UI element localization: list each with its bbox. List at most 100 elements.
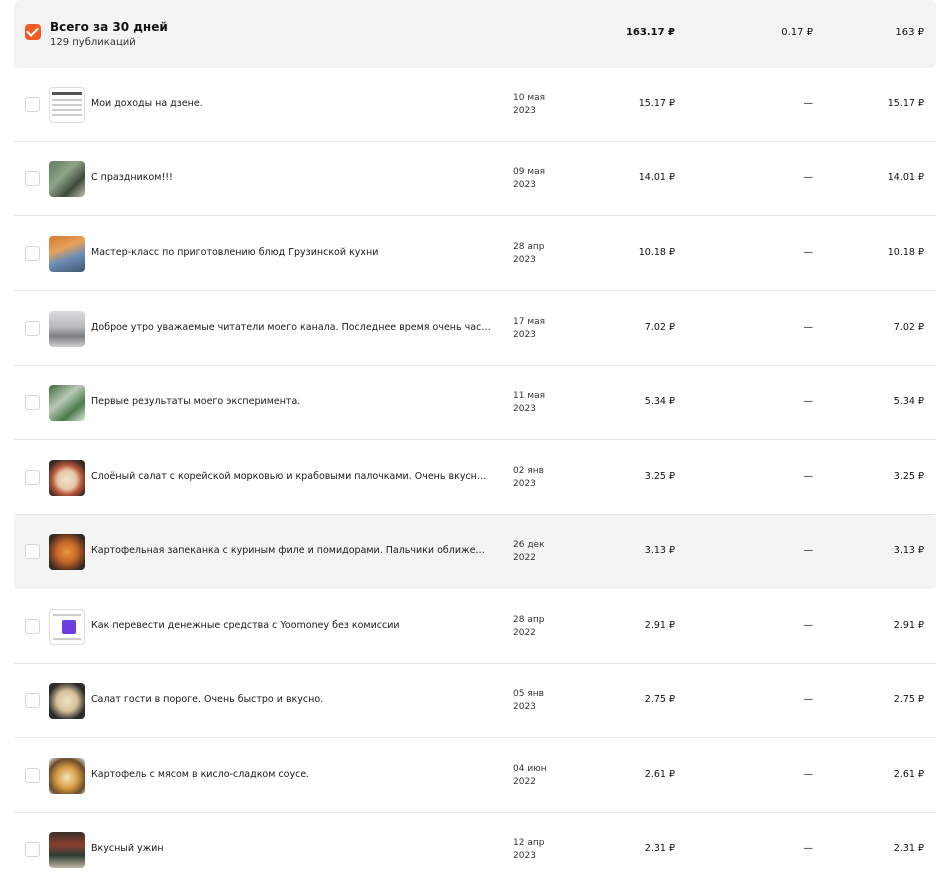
checkmark-icon [26, 24, 39, 37]
publication-date: 05 янв 2023 [513, 689, 544, 712]
row-divider [14, 215, 936, 216]
third-value: 15.17 ₽ [887, 98, 924, 109]
third-value: 2.75 ₽ [893, 694, 924, 705]
publication-row[interactable]: Мастер-класс по приготовлению блюд Грузи… [14, 217, 936, 291]
third-value: 3.13 ₽ [893, 545, 924, 556]
publication-title[interactable]: С праздником!!! [91, 172, 173, 183]
row-checkbox[interactable] [25, 842, 40, 857]
publication-title[interactable]: Первые результаты моего эксперимента. [91, 396, 300, 407]
summary-row[interactable]: Всего за 30 дней 129 публикаций 163.17 ₽… [14, 0, 936, 68]
publication-title[interactable]: Салат гости в пороге. Очень быстро и вку… [91, 694, 323, 705]
publication-title[interactable]: Мастер-класс по приготовлению блюд Грузи… [91, 247, 378, 258]
income-value: 2.61 ₽ [644, 769, 675, 780]
publication-title[interactable]: Доброе утро уважаемые читатели моего кан… [91, 322, 491, 333]
second-value: — [803, 843, 814, 854]
publication-row[interactable]: Доброе утро уважаемые читатели моего кан… [14, 292, 936, 366]
row-checkbox[interactable] [25, 321, 40, 336]
row-checkbox[interactable] [25, 246, 40, 261]
publication-title[interactable]: Мои доходы на дзене. [91, 98, 203, 109]
second-value: — [803, 98, 814, 109]
row-checkbox[interactable] [25, 544, 40, 559]
third-value: 2.31 ₽ [893, 843, 924, 854]
publication-title[interactable]: Картофель с мясом в кисло-сладком соусе. [91, 769, 309, 780]
second-value: — [803, 322, 814, 333]
plants-thumbnail[interactable] [49, 385, 85, 421]
income-value: 14.01 ₽ [638, 172, 675, 183]
second-value: — [803, 769, 814, 780]
publication-row[interactable]: Картофель с мясом в кисло-сладком соусе.… [14, 739, 936, 813]
salad-thumbnail[interactable] [49, 460, 85, 496]
publication-title[interactable]: Как перевести денежные средства с Yoomon… [91, 620, 400, 631]
income-value: 15.17 ₽ [638, 98, 675, 109]
row-checkbox[interactable] [25, 693, 40, 708]
publication-date: 28 апр 2023 [513, 242, 545, 265]
publication-row[interactable]: Как перевести денежные средства с Yoomon… [14, 590, 936, 664]
third-value: 3.25 ₽ [893, 471, 924, 482]
second-value: — [803, 620, 814, 631]
salad-pan-thumbnail[interactable] [49, 683, 85, 719]
publication-date: 09 мая 2023 [513, 167, 546, 190]
income-value: 5.34 ₽ [644, 396, 675, 407]
dinner-tray-thumbnail[interactable] [49, 832, 85, 868]
publication-title[interactable]: Слоёный салат с корейской морковью и кра… [91, 471, 491, 482]
income-value: 3.25 ₽ [644, 471, 675, 482]
snow-street-thumbnail[interactable] [49, 311, 85, 347]
select-all-checkbox[interactable] [25, 24, 41, 40]
publication-row[interactable]: Салат гости в пороге. Очень быстро и вку… [14, 664, 936, 738]
cooking-class-thumbnail[interactable] [49, 236, 85, 272]
publication-row[interactable]: Вкусный ужин 12 апр 2023 2.31 ₽ — 2.31 ₽ [14, 813, 936, 887]
income-value: 10.18 ₽ [638, 247, 675, 258]
second-value: — [803, 172, 814, 183]
summary-second-value: 0.17 ₽ [781, 27, 813, 38]
third-value: 14.01 ₽ [887, 172, 924, 183]
income-value: 7.02 ₽ [644, 322, 675, 333]
third-value: 7.02 ₽ [893, 322, 924, 333]
summary-publications-count: 129 публикаций [50, 37, 136, 48]
income-value: 2.31 ₽ [644, 843, 675, 854]
income-value: 3.13 ₽ [644, 545, 675, 556]
publication-date: 10 мая 2023 [513, 93, 546, 116]
publication-date: 26 дек 2022 [513, 540, 545, 563]
income-value: 2.91 ₽ [644, 620, 675, 631]
publication-date: 17 мая 2023 [513, 317, 546, 340]
publication-date: 12 апр 2023 [513, 838, 545, 861]
row-checkbox[interactable] [25, 619, 40, 634]
monument-photo-thumbnail[interactable] [49, 161, 85, 197]
summary-third-value: 163 ₽ [895, 27, 924, 38]
publication-row[interactable]: Слоёный салат с корейской морковью и кра… [14, 441, 936, 515]
publication-date: 11 мая 2023 [513, 391, 546, 414]
publication-title[interactable]: Вкусный ужин [91, 843, 164, 854]
row-checkbox[interactable] [25, 768, 40, 783]
row-checkbox[interactable] [25, 395, 40, 410]
publication-row[interactable]: С праздником!!! 09 мая 2023 14.01 ₽ — 14… [14, 142, 936, 216]
second-value: — [803, 247, 814, 258]
app-screenshot-thumbnail[interactable] [49, 609, 85, 645]
third-value: 5.34 ₽ [893, 396, 924, 407]
row-checkbox[interactable] [25, 97, 40, 112]
publication-date: 02 янв 2023 [513, 466, 544, 489]
second-value: — [803, 694, 814, 705]
row-divider [14, 290, 936, 291]
publication-title[interactable]: Картофельная запеканка с куриным филе и … [91, 545, 491, 556]
publication-date: 04 июн 2022 [513, 764, 547, 787]
row-checkbox[interactable] [25, 470, 40, 485]
third-value: 2.61 ₽ [893, 769, 924, 780]
screenshot-thumbnail[interactable] [49, 87, 85, 123]
row-checkbox[interactable] [25, 171, 40, 186]
publication-row[interactable]: Первые результаты моего эксперимента. 11… [14, 366, 936, 440]
potato-dish-thumbnail[interactable] [49, 758, 85, 794]
summary-title: Всего за 30 дней [50, 20, 168, 34]
income-value: 2.75 ₽ [644, 694, 675, 705]
third-value: 10.18 ₽ [887, 247, 924, 258]
third-value: 2.91 ₽ [893, 620, 924, 631]
publication-row[interactable]: Мои доходы на дзене. 10 мая 2023 15.17 ₽… [14, 68, 936, 142]
row-divider [14, 439, 936, 440]
row-divider [14, 737, 936, 738]
second-value: — [803, 545, 814, 556]
casserole-thumbnail[interactable] [49, 534, 85, 570]
publication-date: 28 апр 2022 [513, 615, 545, 638]
summary-total-income: 163.17 ₽ [625, 27, 675, 38]
publication-row[interactable]: Картофельная запеканка с куриным филе и … [14, 515, 936, 589]
second-value: — [803, 471, 814, 482]
second-value: — [803, 396, 814, 407]
